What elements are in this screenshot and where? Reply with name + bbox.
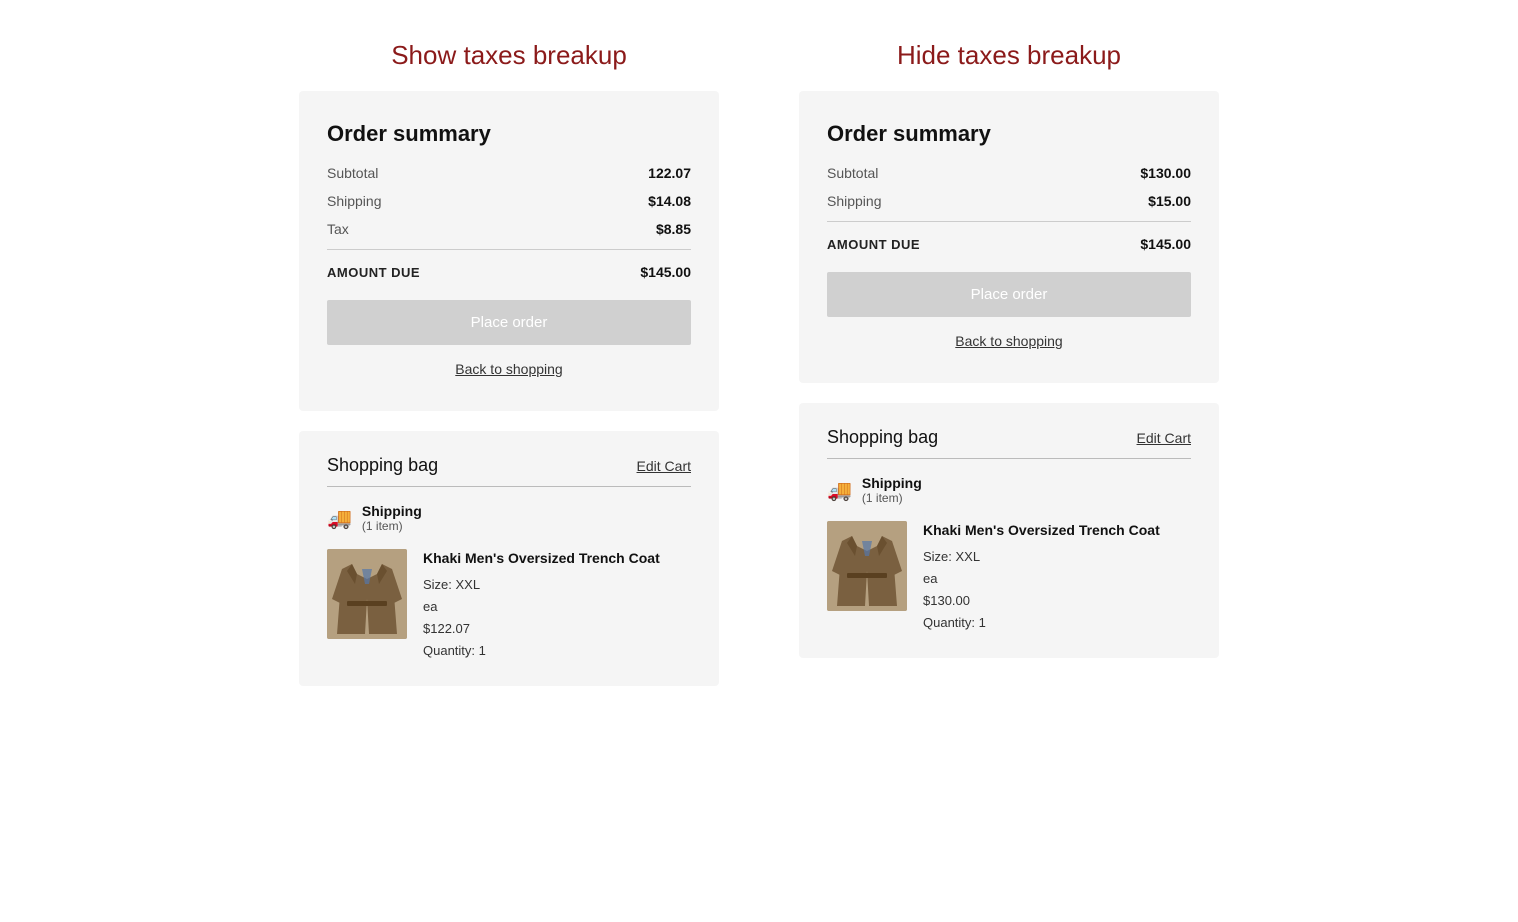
left-tax-row: Tax $8.85 <box>327 221 691 237</box>
right-subtotal-row: Subtotal $130.00 <box>827 165 1191 181</box>
right-shopping-bag-title: Shopping bag <box>827 427 938 448</box>
right-order-summary-title: Order summary <box>827 121 1191 147</box>
left-subtotal-row: Subtotal 122.07 <box>327 165 691 181</box>
right-product-row: Khaki Men's Oversized Trench Coat Size: … <box>827 521 1191 634</box>
left-panel: Show taxes breakup Order summary Subtota… <box>299 40 719 686</box>
left-product-name: Khaki Men's Oversized Trench Coat <box>423 549 691 569</box>
left-amount-due-row: AMOUNT DUE $145.00 <box>327 264 691 280</box>
left-bag-divider <box>327 486 691 487</box>
left-order-summary-card: Order summary Subtotal 122.07 Shipping $… <box>299 91 719 411</box>
left-shipping-row: Shipping $14.08 <box>327 193 691 209</box>
right-shipping-sub-text: (1 item) <box>862 491 922 505</box>
left-edit-cart-link[interactable]: Edit Cart <box>637 458 691 474</box>
left-amount-due-label: AMOUNT DUE <box>327 265 420 280</box>
left-shipping-info-row: 🚚 Shipping (1 item) <box>327 503 691 533</box>
right-subtotal-label: Subtotal <box>827 165 878 181</box>
left-shopping-bag-header: Shopping bag Edit Cart <box>327 455 691 476</box>
left-subtotal-value: 122.07 <box>648 165 691 181</box>
right-shopping-bag-header: Shopping bag Edit Cart <box>827 427 1191 448</box>
left-product-size: Size: XXL <box>423 577 480 592</box>
right-shipping-value: $15.00 <box>1148 193 1191 209</box>
left-shopping-bag-card: Shopping bag Edit Cart 🚚 Shipping (1 ite… <box>299 431 719 686</box>
left-shipping-sub-text: (1 item) <box>362 519 422 533</box>
right-order-summary-card: Order summary Subtotal $130.00 Shipping … <box>799 91 1219 383</box>
left-amount-due-value: $145.00 <box>640 264 691 280</box>
right-shipping-label-text: Shipping <box>862 475 922 491</box>
left-product-details: Khaki Men's Oversized Trench Coat Size: … <box>423 549 691 662</box>
left-truck-icon: 🚚 <box>327 506 352 531</box>
right-product-quantity: Quantity: 1 <box>923 615 986 630</box>
right-shipping-label: Shipping <box>827 193 882 209</box>
right-product-meta: Size: XXL ea $130.00 Quantity: 1 <box>923 546 1191 634</box>
right-bag-divider <box>827 458 1191 459</box>
left-tax-label: Tax <box>327 221 349 237</box>
right-product-unit: ea <box>923 571 937 586</box>
left-product-unit: ea <box>423 599 437 614</box>
left-order-summary-title: Order summary <box>327 121 691 147</box>
right-edit-cart-link[interactable]: Edit Cart <box>1137 430 1191 446</box>
left-tax-value: $8.85 <box>656 221 691 237</box>
right-shipping-text: Shipping (1 item) <box>862 475 922 505</box>
right-product-name: Khaki Men's Oversized Trench Coat <box>923 521 1191 541</box>
left-back-to-shopping-link[interactable]: Back to shopping <box>327 361 691 377</box>
left-divider <box>327 249 691 250</box>
right-place-order-button[interactable]: Place order <box>827 272 1191 317</box>
left-product-row: Khaki Men's Oversized Trench Coat Size: … <box>327 549 691 662</box>
right-back-to-shopping-link[interactable]: Back to shopping <box>827 333 1191 349</box>
right-amount-due-value: $145.00 <box>1140 236 1191 252</box>
right-shopping-bag-card: Shopping bag Edit Cart 🚚 Shipping (1 ite… <box>799 403 1219 658</box>
right-panel: Hide taxes breakup Order summary Subtota… <box>799 40 1219 658</box>
right-shipping-row: Shipping $15.00 <box>827 193 1191 209</box>
left-shipping-value: $14.08 <box>648 193 691 209</box>
left-product-quantity: Quantity: 1 <box>423 643 486 658</box>
left-product-meta: Size: XXL ea $122.07 Quantity: 1 <box>423 574 691 662</box>
right-divider <box>827 221 1191 222</box>
left-shopping-bag-title: Shopping bag <box>327 455 438 476</box>
right-amount-due-label: AMOUNT DUE <box>827 237 920 252</box>
left-shipping-label-text: Shipping <box>362 503 422 519</box>
right-amount-due-row: AMOUNT DUE $145.00 <box>827 236 1191 252</box>
left-shipping-text: Shipping (1 item) <box>362 503 422 533</box>
left-product-price: $122.07 <box>423 621 470 636</box>
right-truck-icon: 🚚 <box>827 478 852 503</box>
right-product-details: Khaki Men's Oversized Trench Coat Size: … <box>923 521 1191 634</box>
right-product-size: Size: XXL <box>923 549 980 564</box>
right-shipping-info-row: 🚚 Shipping (1 item) <box>827 475 1191 505</box>
left-product-image <box>327 549 407 639</box>
left-place-order-button[interactable]: Place order <box>327 300 691 345</box>
right-section-title: Hide taxes breakup <box>897 40 1121 71</box>
left-section-title: Show taxes breakup <box>391 40 627 71</box>
right-product-price: $130.00 <box>923 593 970 608</box>
left-shipping-label: Shipping <box>327 193 382 209</box>
left-subtotal-label: Subtotal <box>327 165 378 181</box>
right-subtotal-value: $130.00 <box>1140 165 1191 181</box>
right-product-image <box>827 521 907 611</box>
